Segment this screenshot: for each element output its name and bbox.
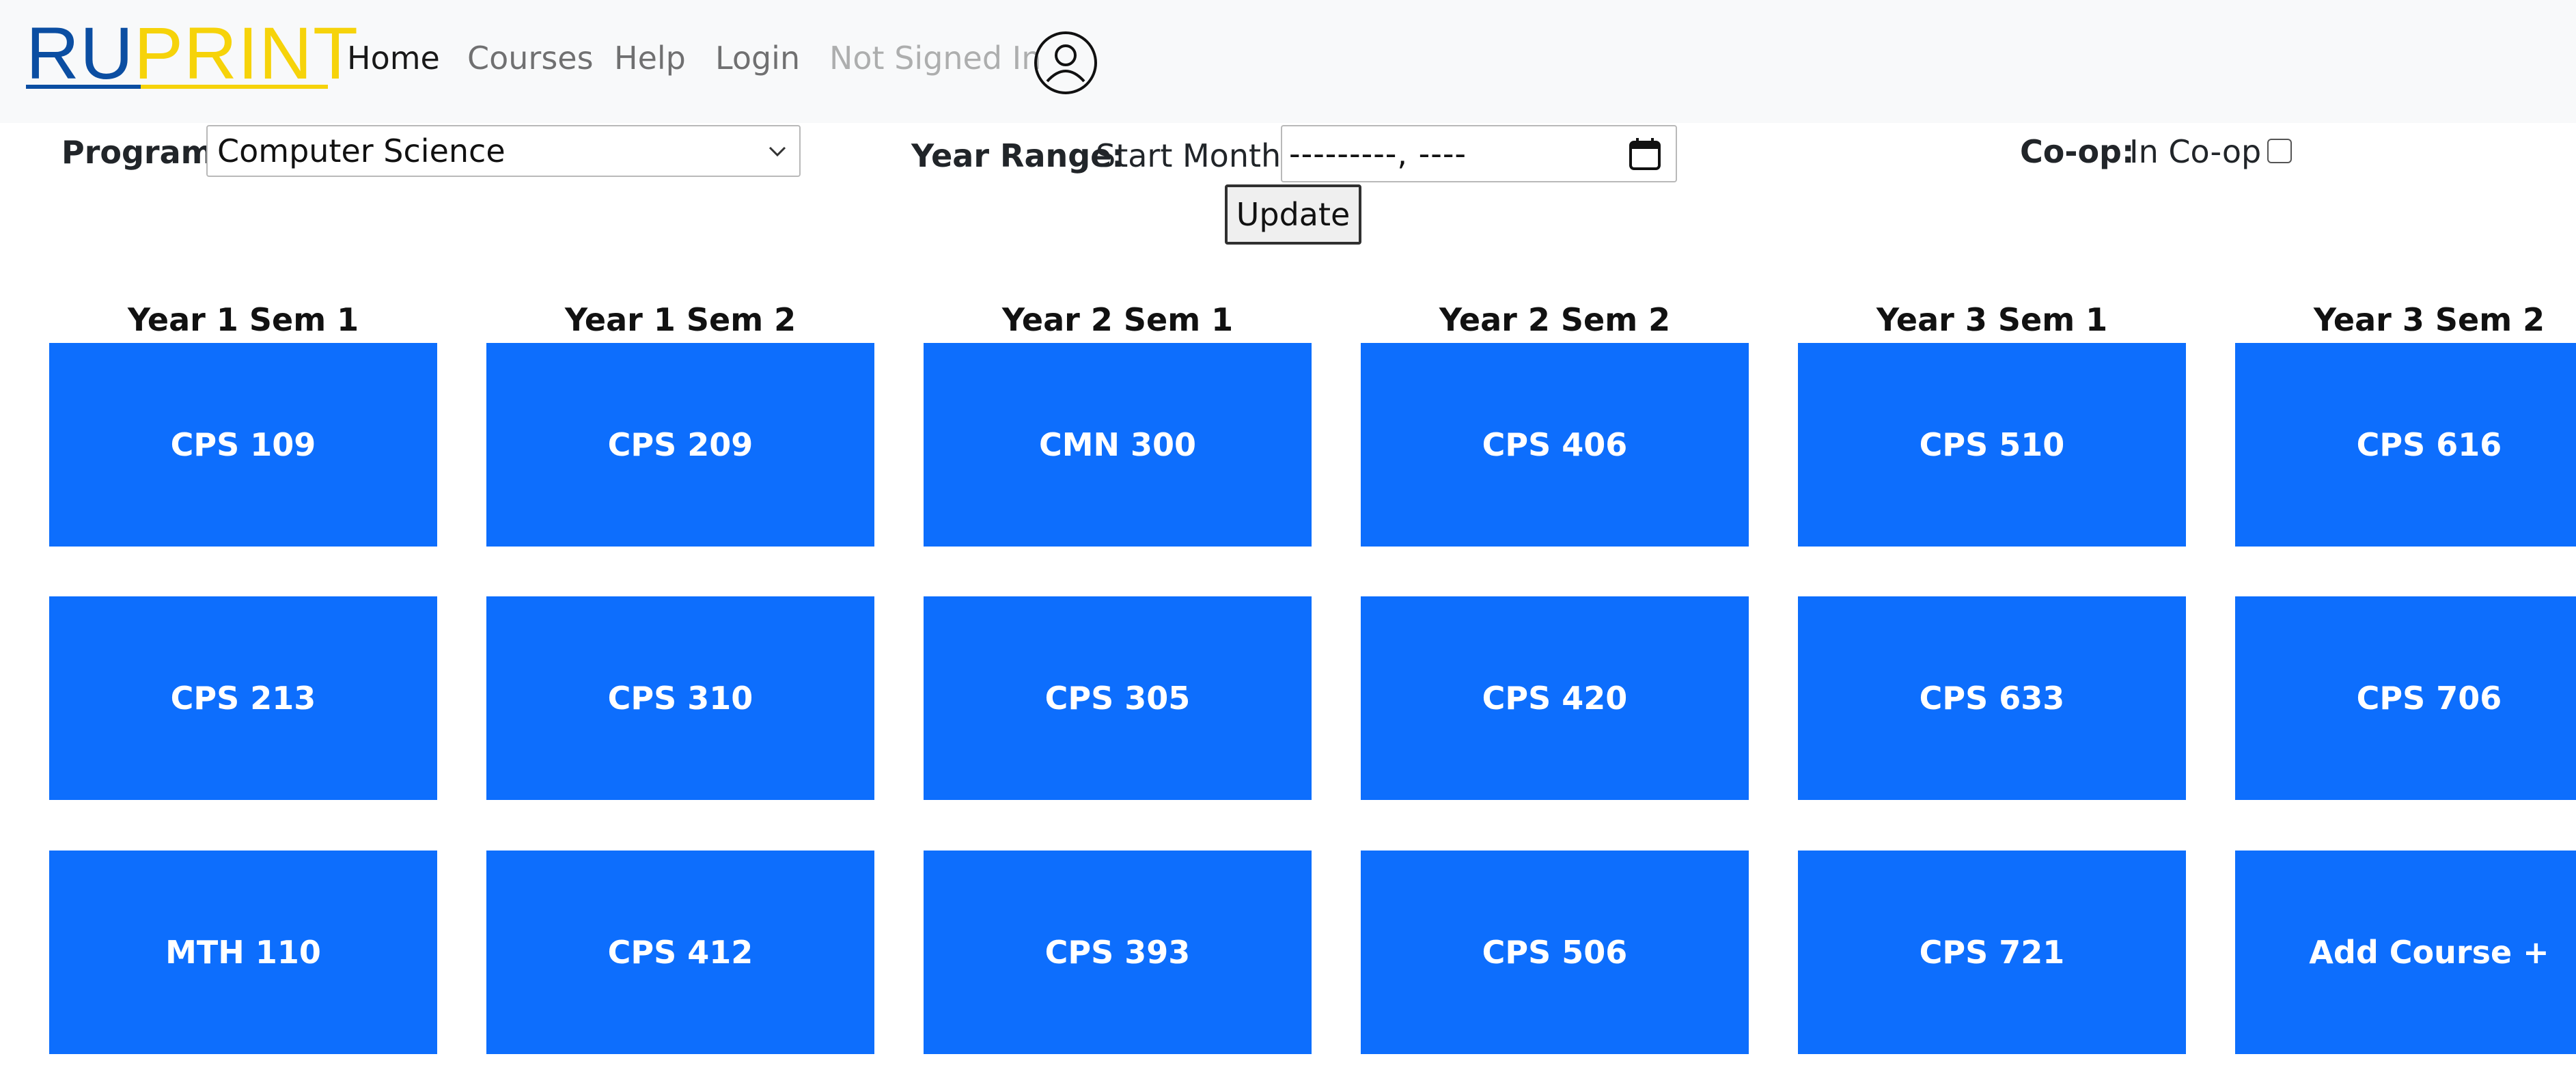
start-month-value: ---------, ----: [1289, 135, 1467, 172]
nav-home[interactable]: Home: [347, 34, 440, 82]
add-course-label: Add Course +: [2309, 934, 2549, 971]
nav-courses[interactable]: Courses: [467, 34, 594, 82]
course-code: CPS 209: [607, 426, 753, 463]
brand-underline: [26, 85, 328, 89]
course-tile[interactable]: CPS 420: [1361, 596, 1749, 800]
brand-part2: PRINT: [134, 12, 359, 94]
course-tile[interactable]: CPS 305: [924, 596, 1312, 800]
semester-header: Year 3 Sem 1: [1876, 301, 2108, 338]
course-tile[interactable]: CPS 506: [1361, 851, 1749, 1054]
year-range-label: Year Range:: [911, 137, 1124, 174]
course-code: CPS 406: [1482, 426, 1628, 463]
course-tile[interactable]: CPS 721: [1798, 851, 2186, 1054]
course-tile[interactable]: CPS 310: [486, 596, 874, 800]
user-circle-icon[interactable]: [1034, 31, 1098, 95]
semester-header: Year 2 Sem 2: [1439, 301, 1671, 338]
course-tile[interactable]: CPS 393: [924, 851, 1312, 1054]
course-code: CPS 506: [1482, 934, 1628, 971]
brand-part1: RU: [26, 12, 134, 94]
program-select-value: Computer Science: [217, 133, 505, 169]
course-code: CPS 510: [1919, 426, 2065, 463]
semester-header: Year 1 Sem 1: [127, 301, 359, 338]
course-tile[interactable]: CPS 209: [486, 343, 874, 547]
course-tile[interactable]: CPS 616: [2235, 343, 2576, 547]
coop-option-label: In Co-op: [2129, 133, 2262, 170]
course-code: CPS 213: [170, 680, 316, 717]
program-select[interactable]: Computer Science: [206, 125, 801, 177]
brand-logo[interactable]: RUPRINT: [26, 15, 359, 92]
semester-header: Year 2 Sem 1: [1001, 301, 1234, 338]
add-course-button[interactable]: Add Course +: [2235, 851, 2576, 1054]
course-code: CMN 300: [1038, 426, 1197, 463]
course-code: CPS 310: [607, 680, 753, 717]
update-button[interactable]: Update: [1225, 184, 1361, 245]
course-code: CPS 305: [1044, 680, 1191, 717]
course-tile[interactable]: CPS 706: [2235, 596, 2576, 800]
navbar: RUPRINT Home Courses Help Login Not Sign…: [0, 0, 2576, 123]
sign-in-status: Not Signed In: [829, 40, 1042, 77]
course-code: CPS 412: [607, 934, 753, 971]
program-label: Program:: [61, 134, 226, 171]
course-tile[interactable]: CPS 109: [49, 343, 437, 547]
start-month-input[interactable]: ---------, ----: [1281, 125, 1677, 182]
course-tile[interactable]: CPS 510: [1798, 343, 2186, 547]
course-tile[interactable]: CPS 406: [1361, 343, 1749, 547]
course-code: CPS 109: [170, 426, 316, 463]
course-code: CPS 393: [1044, 934, 1191, 971]
course-tile[interactable]: CPS 633: [1798, 596, 2186, 800]
calendar-icon[interactable]: [1628, 137, 1662, 171]
coop-checkbox[interactable]: [2267, 139, 2292, 163]
course-tile[interactable]: CMN 300: [924, 343, 1312, 547]
course-code: CPS 721: [1919, 934, 2065, 971]
chevron-down-icon: [768, 146, 786, 157]
course-code: CPS 633: [1919, 680, 2065, 717]
course-code: MTH 110: [165, 934, 321, 971]
course-tile[interactable]: CPS 213: [49, 596, 437, 800]
course-code: CPS 706: [2356, 680, 2502, 717]
nav-login[interactable]: Login: [715, 34, 800, 82]
nav-help[interactable]: Help: [614, 34, 686, 82]
course-tile[interactable]: CPS 412: [486, 851, 874, 1054]
semester-header: Year 3 Sem 2: [2313, 301, 2545, 338]
course-code: CPS 616: [2356, 426, 2502, 463]
coop-label: Co-op:: [2020, 133, 2135, 170]
course-code: CPS 420: [1482, 680, 1628, 717]
start-month-label: Start Month:: [1096, 137, 1292, 174]
semester-header: Year 1 Sem 2: [564, 301, 797, 338]
course-tile[interactable]: MTH 110: [49, 851, 437, 1054]
